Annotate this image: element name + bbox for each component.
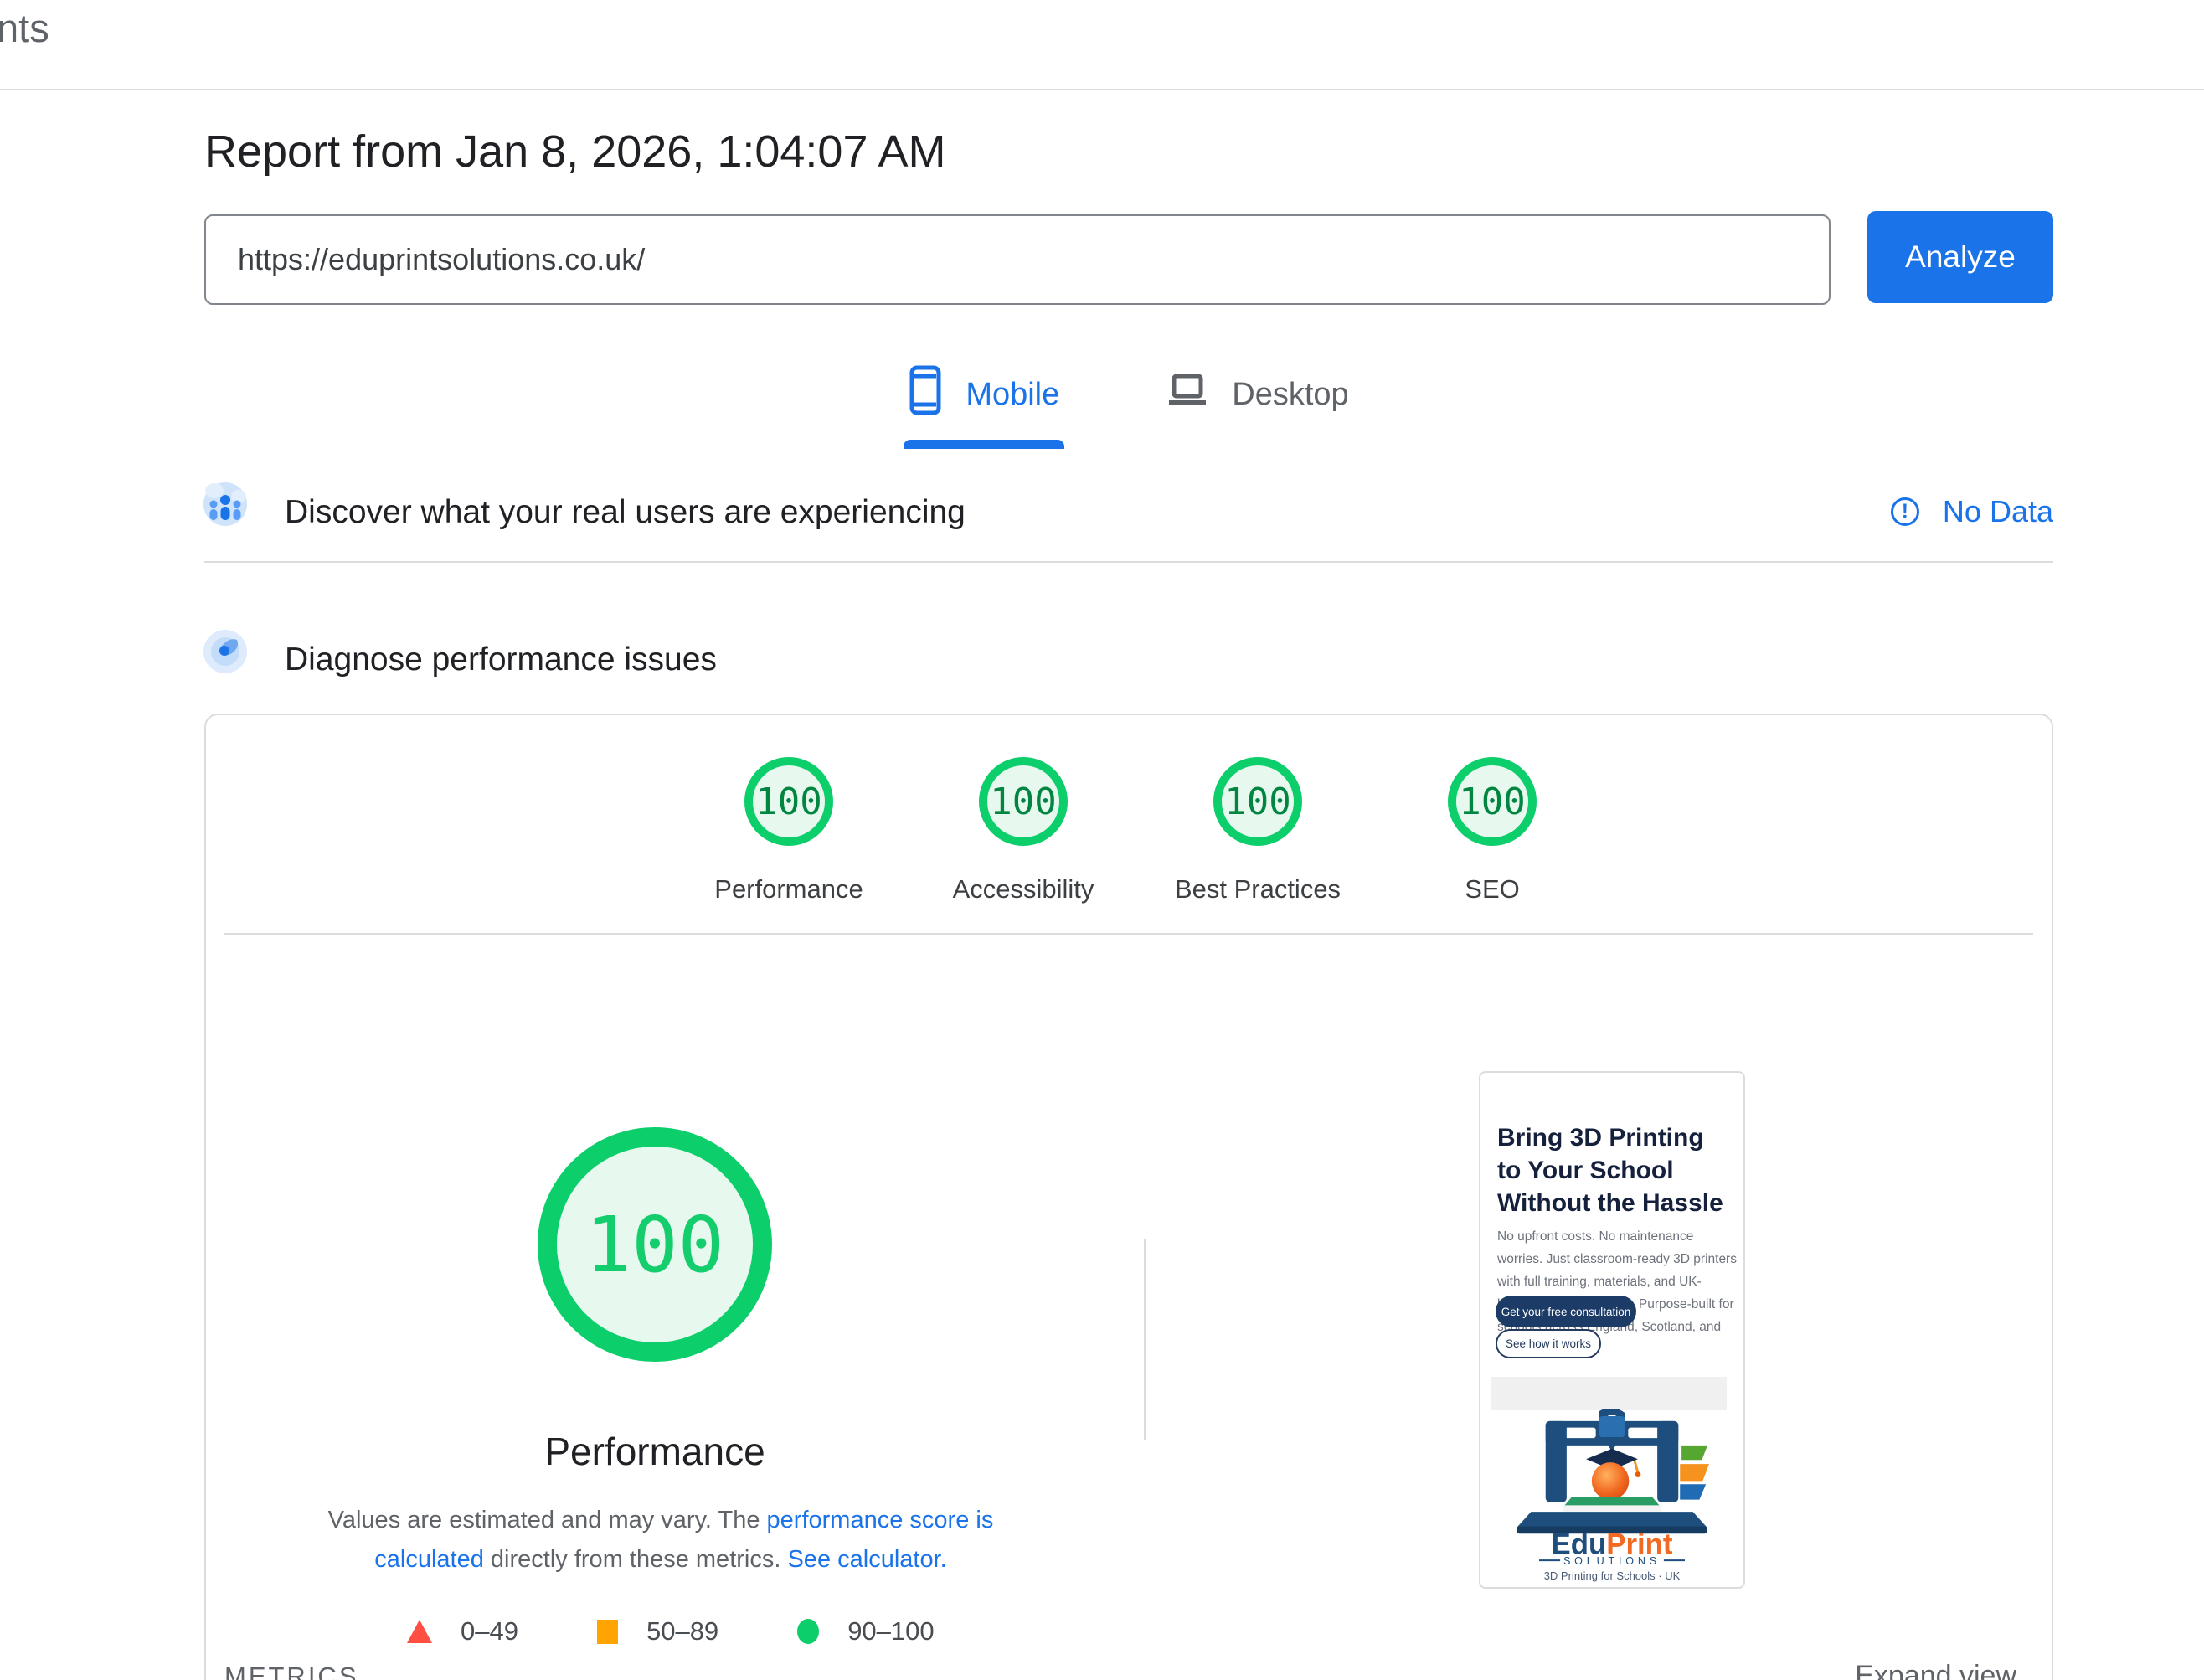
red-triangle-icon	[407, 1620, 432, 1643]
card-inner-divider	[224, 933, 2033, 935]
category-seo[interactable]: 100 SEO	[1375, 757, 1609, 904]
disclaimer-line-1: Values are estimated and may vary. The p…	[317, 1501, 1004, 1540]
header-divider	[0, 89, 2204, 90]
preview-section-band	[1491, 1377, 1727, 1410]
analyze-button[interactable]: Analyze	[1867, 211, 2053, 303]
preview-heading: Bring 3D Printing to Your School Without…	[1497, 1121, 1733, 1219]
logo-tagline: 3D Printing for Schools · UK	[1480, 1569, 1743, 1582]
performance-label: Performance	[672, 874, 906, 904]
section-divider	[204, 561, 2053, 563]
performance-big-score: 100	[585, 1200, 724, 1290]
green-circle-icon	[797, 1619, 819, 1644]
tab-mobile-label: Mobile	[966, 377, 1059, 413]
orange-square-icon	[597, 1620, 618, 1644]
seo-score: 100	[1459, 781, 1525, 823]
score-disclaimer: Values are estimated and may vary. The p…	[317, 1501, 1004, 1580]
lighthouse-report-card: 100 Performance 100 Accessibility 100 Be…	[204, 714, 2053, 1680]
real-users-icon	[203, 482, 247, 526]
legend-item-pass: 90–100	[797, 1616, 934, 1647]
performance-big-label: Performance	[487, 1429, 822, 1474]
no-data-label: No Data	[1943, 494, 2053, 529]
svg-text:SOLUTIONS: SOLUTIONS	[1563, 1555, 1661, 1567]
eduprint-logo: EduPrint SOLUTIONS 3D Printing for Schoo…	[1480, 1409, 1743, 1582]
see-calculator-link[interactable]: See calculator.	[787, 1546, 946, 1573]
device-tabs: Mobile Desktop	[204, 365, 2053, 449]
performance-score: 100	[755, 781, 821, 823]
site-screenshot-preview[interactable]: Bring 3D Printing to Your School Without…	[1479, 1071, 1745, 1589]
url-input[interactable]	[204, 214, 1831, 305]
tab-desktop-label: Desktop	[1232, 377, 1348, 413]
legend-item-average: 50–89	[597, 1616, 718, 1647]
best-practices-label: Best Practices	[1141, 874, 1375, 904]
lab-section-title: Diagnose performance issues	[285, 642, 717, 678]
metrics-section-label: METRICS	[224, 1662, 359, 1680]
brand-text-fragment: nts	[0, 5, 49, 51]
accessibility-gauge: 100	[979, 757, 1068, 846]
pagespeed-insights-screen: nts Report from Jan 8, 2026, 1:04:07 AM …	[0, 0, 2204, 1680]
info-icon: !	[1891, 497, 1919, 526]
category-best-practices[interactable]: 100 Best Practices	[1141, 757, 1375, 904]
expand-view-button[interactable]: Expand view	[1855, 1660, 2016, 1680]
accessibility-label: Accessibility	[906, 874, 1141, 904]
performance-big-gauge: 100	[538, 1127, 772, 1362]
performance-score-link[interactable]: performance score is	[767, 1507, 994, 1533]
mobile-phone-icon	[909, 365, 942, 424]
diagnose-gauge-icon	[203, 630, 247, 673]
tab-desktop[interactable]: Desktop	[1161, 365, 1353, 449]
best-practices-score: 100	[1224, 781, 1290, 823]
disclaimer-line-2: calculated directly from these metrics. …	[317, 1540, 1004, 1580]
preview-primary-cta: Get your free consultation	[1496, 1296, 1636, 1327]
vertical-divider	[1144, 1239, 1146, 1440]
tab-mobile[interactable]: Mobile	[904, 365, 1064, 449]
active-tab-underline	[904, 440, 1064, 449]
field-section-title: Discover what your real users are experi…	[285, 494, 966, 531]
legend-item-fail: 0–49	[407, 1616, 518, 1647]
disclaimer-text-2: directly from these metrics.	[484, 1546, 788, 1573]
field-data-status[interactable]: ! No Data	[1891, 494, 2053, 529]
legend-pass-range: 90–100	[847, 1616, 934, 1647]
calculated-link[interactable]: calculated	[374, 1546, 484, 1573]
category-accessibility[interactable]: 100 Accessibility	[906, 757, 1141, 904]
desktop-laptop-icon	[1166, 369, 1208, 420]
disclaimer-text-1: Values are estimated and may vary. The	[328, 1507, 767, 1533]
seo-label: SEO	[1375, 874, 1609, 904]
best-practices-gauge: 100	[1213, 757, 1302, 846]
accessibility-score: 100	[990, 781, 1056, 823]
category-performance[interactable]: 100 Performance	[672, 757, 906, 904]
legend-average-range: 50–89	[646, 1616, 718, 1647]
performance-gauge: 100	[744, 757, 833, 846]
category-gauges-row: 100 Performance 100 Accessibility 100 Be…	[672, 757, 1609, 904]
seo-gauge: 100	[1448, 757, 1537, 846]
legend-fail-range: 0–49	[461, 1616, 518, 1647]
report-title: Report from Jan 8, 2026, 1:04:07 AM	[204, 126, 946, 178]
score-legend: 0–49 50–89 90–100	[407, 1616, 935, 1647]
preview-secondary-cta: See how it works	[1496, 1329, 1601, 1358]
